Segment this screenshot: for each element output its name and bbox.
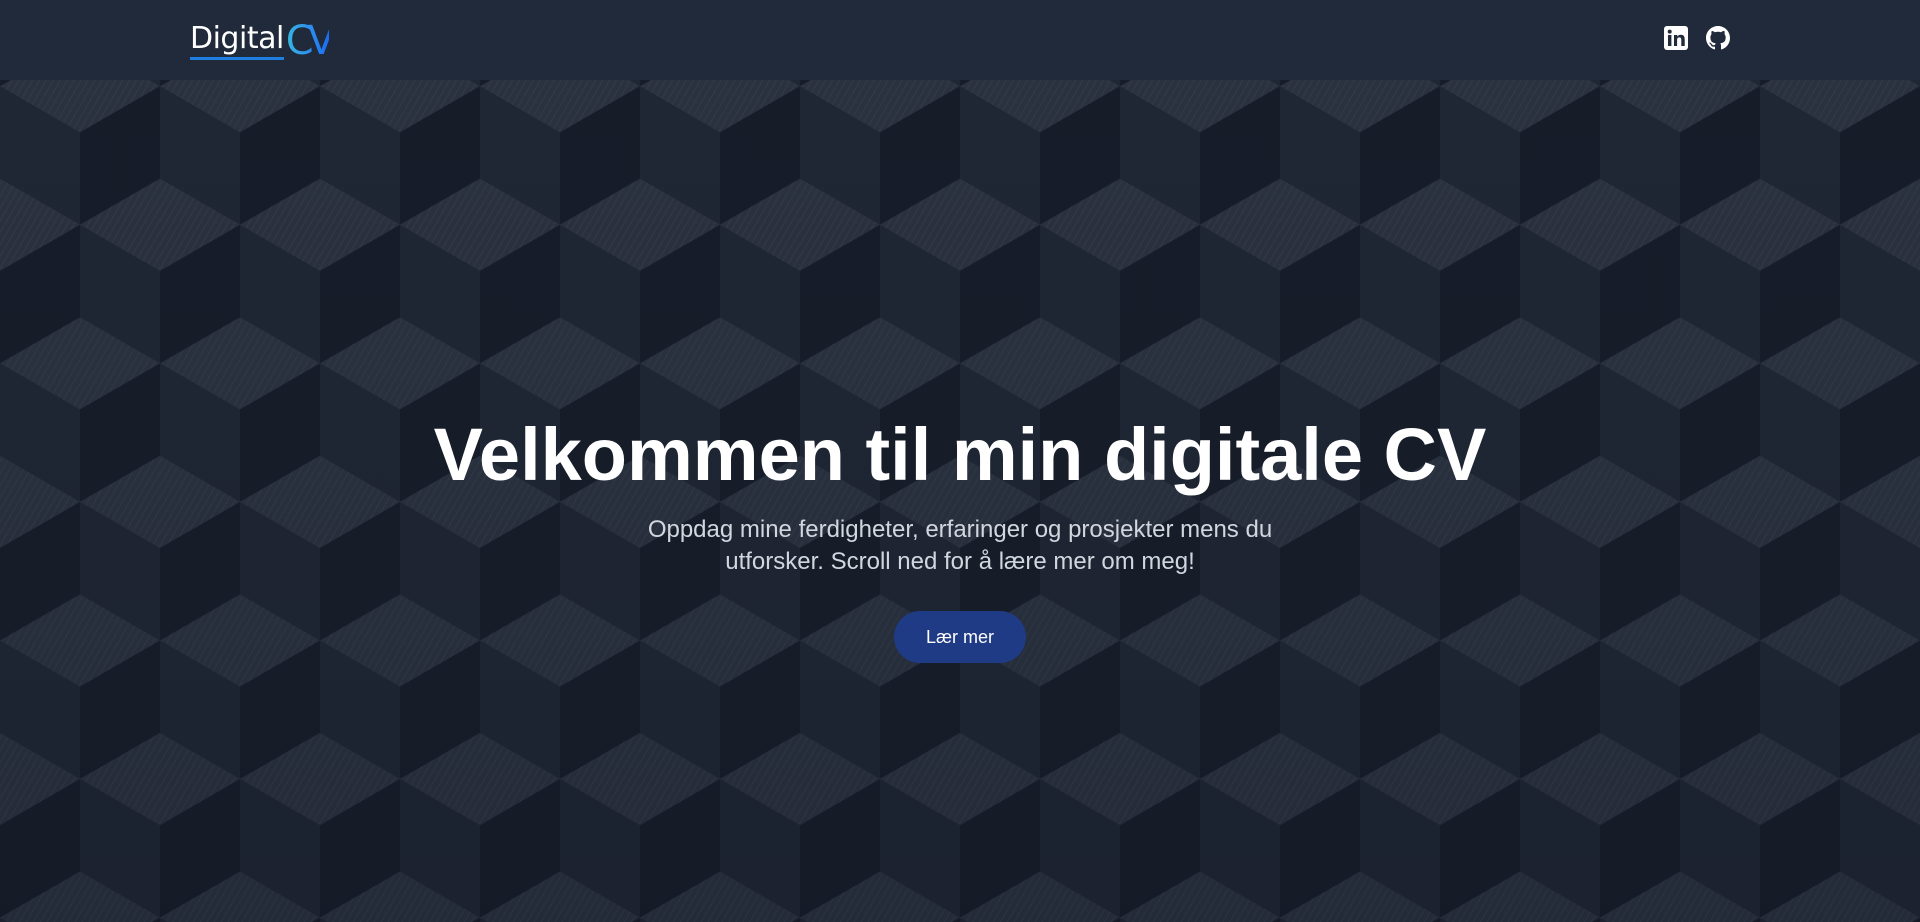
hero-content: Velkommen til min digitale CV Oppdag min… [0, 80, 1920, 922]
site-logo[interactable]: Digital CV [190, 18, 335, 64]
site-header: Digital CV [0, 0, 1920, 80]
github-icon [1706, 26, 1730, 50]
linkedin-link[interactable] [1664, 26, 1688, 50]
hero-subtitle: Oppdag mine ferdigheter, erfaringer og p… [647, 516, 1273, 575]
logo-mark: CV [285, 18, 335, 64]
learn-more-button[interactable]: Lær mer [894, 611, 1026, 663]
hero-title: Velkommen til min digitale CV [433, 413, 1487, 496]
linkedin-icon [1664, 26, 1688, 50]
logo-word: Digital [190, 21, 284, 60]
github-link[interactable] [1706, 26, 1730, 50]
hero-section: Velkommen til min digitale CV Oppdag min… [0, 80, 1920, 922]
social-links [1664, 26, 1730, 50]
